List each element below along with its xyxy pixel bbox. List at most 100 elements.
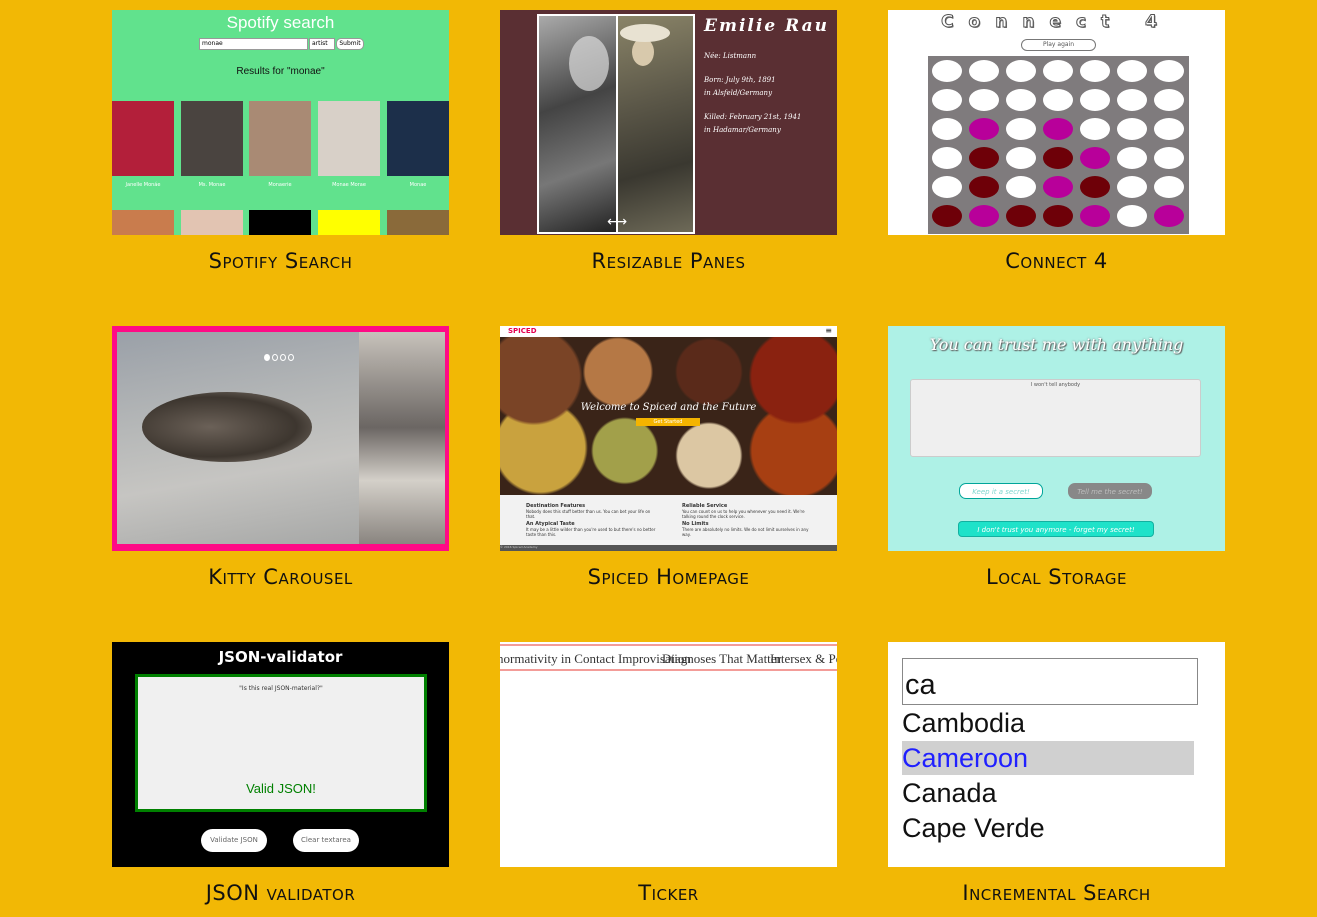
board-cell[interactable] [1154,147,1184,169]
board-cell[interactable] [1006,205,1036,227]
album-cover[interactable] [318,101,380,176]
json-textarea[interactable]: "Is this real JSON-material?" Valid JSON… [135,674,427,812]
album-cover[interactable] [181,210,243,235]
project-card-resizable-panes[interactable]: ⟷ Emilie Rau Née: Listmann Born: July 9t… [500,10,837,273]
country-search-input[interactable]: ca [902,658,1198,705]
project-caption[interactable]: Kitty Carousel [112,565,449,589]
clear-textarea-button[interactable]: Clear textarea [293,829,359,852]
keep-secret-button[interactable]: Keep it a secret! [959,483,1043,499]
panes-thumbnail[interactable]: ⟷ Emilie Rau Née: Listmann Born: July 9t… [500,10,837,235]
project-caption[interactable]: Spotify Search [112,249,449,273]
board-cell[interactable] [1117,60,1147,82]
local-storage-thumbnail[interactable]: You can trust me with anything I won't t… [888,326,1225,551]
carousel-dots[interactable] [264,354,294,361]
country-option[interactable]: Cape Verde [902,811,1194,845]
resize-handle-icon[interactable]: ⟷ [607,214,627,230]
board-cell[interactable] [1043,176,1073,198]
board-cell[interactable] [1043,205,1073,227]
project-caption[interactable]: JSON validator [112,881,449,905]
album-cover[interactable] [181,101,243,176]
board-cell[interactable] [1043,60,1073,82]
board-cell[interactable] [969,176,999,198]
country-option[interactable]: Cameroon [902,741,1194,775]
board-cell[interactable] [1080,89,1110,111]
project-caption[interactable]: Ticker [500,881,837,905]
json-thumbnail[interactable]: JSON-validator "Is this real JSON-materi… [112,642,449,867]
project-card-kitty-carousel[interactable]: Kitty Carousel [112,326,449,589]
country-option[interactable]: Canada [902,776,1194,810]
country-option[interactable]: Cambodia [902,706,1194,740]
spotify-search-input[interactable]: monae [199,38,308,50]
board-cell[interactable] [1080,147,1110,169]
board-cell[interactable] [932,60,962,82]
get-started-button[interactable]: Get Started [636,418,700,426]
project-card-spotify[interactable]: Spotify search monae artist Submit Resul… [112,10,449,273]
project-caption[interactable]: Spiced Homepage [500,565,837,589]
album-cover[interactable] [249,101,311,176]
kitty-thumbnail[interactable] [112,326,449,551]
project-card-connect4[interactable]: Connect 4 Play again Connect 4 [888,10,1225,273]
album-cover[interactable] [387,101,449,176]
project-card-incremental-search[interactable]: ca Cambodia Cameroon Canada Cape Verde Incr… [888,642,1225,905]
carousel-dot[interactable] [272,354,278,361]
game-board[interactable] [928,56,1189,234]
board-cell[interactable] [1006,89,1036,111]
board-cell[interactable] [1154,89,1184,111]
board-cell[interactable] [1117,176,1147,198]
project-card-local-storage[interactable]: You can trust me with anything I won't t… [888,326,1225,589]
spiced-thumbnail[interactable]: SPICED ≡ Welcome to Spiced and the Futur… [500,326,837,551]
board-cell[interactable] [1117,89,1147,111]
board-cell[interactable] [969,147,999,169]
board-cell[interactable] [1043,89,1073,111]
board-cell[interactable] [969,118,999,140]
board-cell[interactable] [1043,118,1073,140]
project-card-json-validator[interactable]: JSON-validator "Is this real JSON-materi… [112,642,449,905]
hamburger-menu-icon[interactable]: ≡ [825,326,832,335]
carousel-dot[interactable] [280,354,286,361]
validate-json-button[interactable]: Validate JSON [201,829,267,852]
project-card-spiced-homepage[interactable]: SPICED ≡ Welcome to Spiced and the Futur… [500,326,837,589]
board-cell[interactable] [1154,205,1184,227]
board-cell[interactable] [1154,176,1184,198]
ticker-thumbnail[interactable]: normativity in Contact Improvisation Dia… [500,642,837,867]
album-cover[interactable] [249,210,311,235]
board-cell[interactable] [932,118,962,140]
tell-secret-button[interactable]: Tell me the secret! [1068,483,1152,499]
board-cell[interactable] [1006,118,1036,140]
board-cell[interactable] [1117,147,1147,169]
board-cell[interactable] [1080,176,1110,198]
play-again-button[interactable]: Play again [1021,39,1096,51]
connect4-thumbnail[interactable]: Connect 4 Play again [888,10,1225,235]
board-cell[interactable] [1006,60,1036,82]
board-cell[interactable] [1080,60,1110,82]
board-cell[interactable] [1080,205,1110,227]
project-caption[interactable]: Connect 4 [888,249,1225,273]
board-cell[interactable] [932,147,962,169]
album-cover[interactable] [112,101,174,176]
incremental-search-thumbnail[interactable]: ca Cambodia Cameroon Canada Cape Verde [888,642,1225,867]
project-caption[interactable]: Local Storage [888,565,1225,589]
project-card-ticker[interactable]: normativity in Contact Improvisation Dia… [500,642,837,905]
board-cell[interactable] [1006,147,1036,169]
board-cell[interactable] [1154,60,1184,82]
carousel-dot[interactable] [288,354,294,361]
spiced-logo[interactable]: SPICED [508,327,537,335]
board-cell[interactable] [969,60,999,82]
forget-secret-button[interactable]: I don't trust you anymore - forget my se… [958,521,1154,537]
board-cell[interactable] [969,205,999,227]
album-cover[interactable] [112,210,174,235]
board-cell[interactable] [1080,118,1110,140]
board-cell[interactable] [932,176,962,198]
carousel-dot[interactable] [264,354,270,361]
board-cell[interactable] [1006,176,1036,198]
spotify-type-select[interactable]: artist [309,38,335,50]
board-cell[interactable] [1154,118,1184,140]
album-cover[interactable] [318,210,380,235]
secret-textarea[interactable]: I won't tell anybody [910,379,1201,457]
board-cell[interactable] [932,205,962,227]
album-cover[interactable] [387,210,449,235]
project-caption[interactable]: Resizable Panes [500,249,837,273]
board-cell[interactable] [1043,147,1073,169]
board-cell[interactable] [1117,205,1147,227]
project-caption[interactable]: Incremental Search [888,881,1225,905]
